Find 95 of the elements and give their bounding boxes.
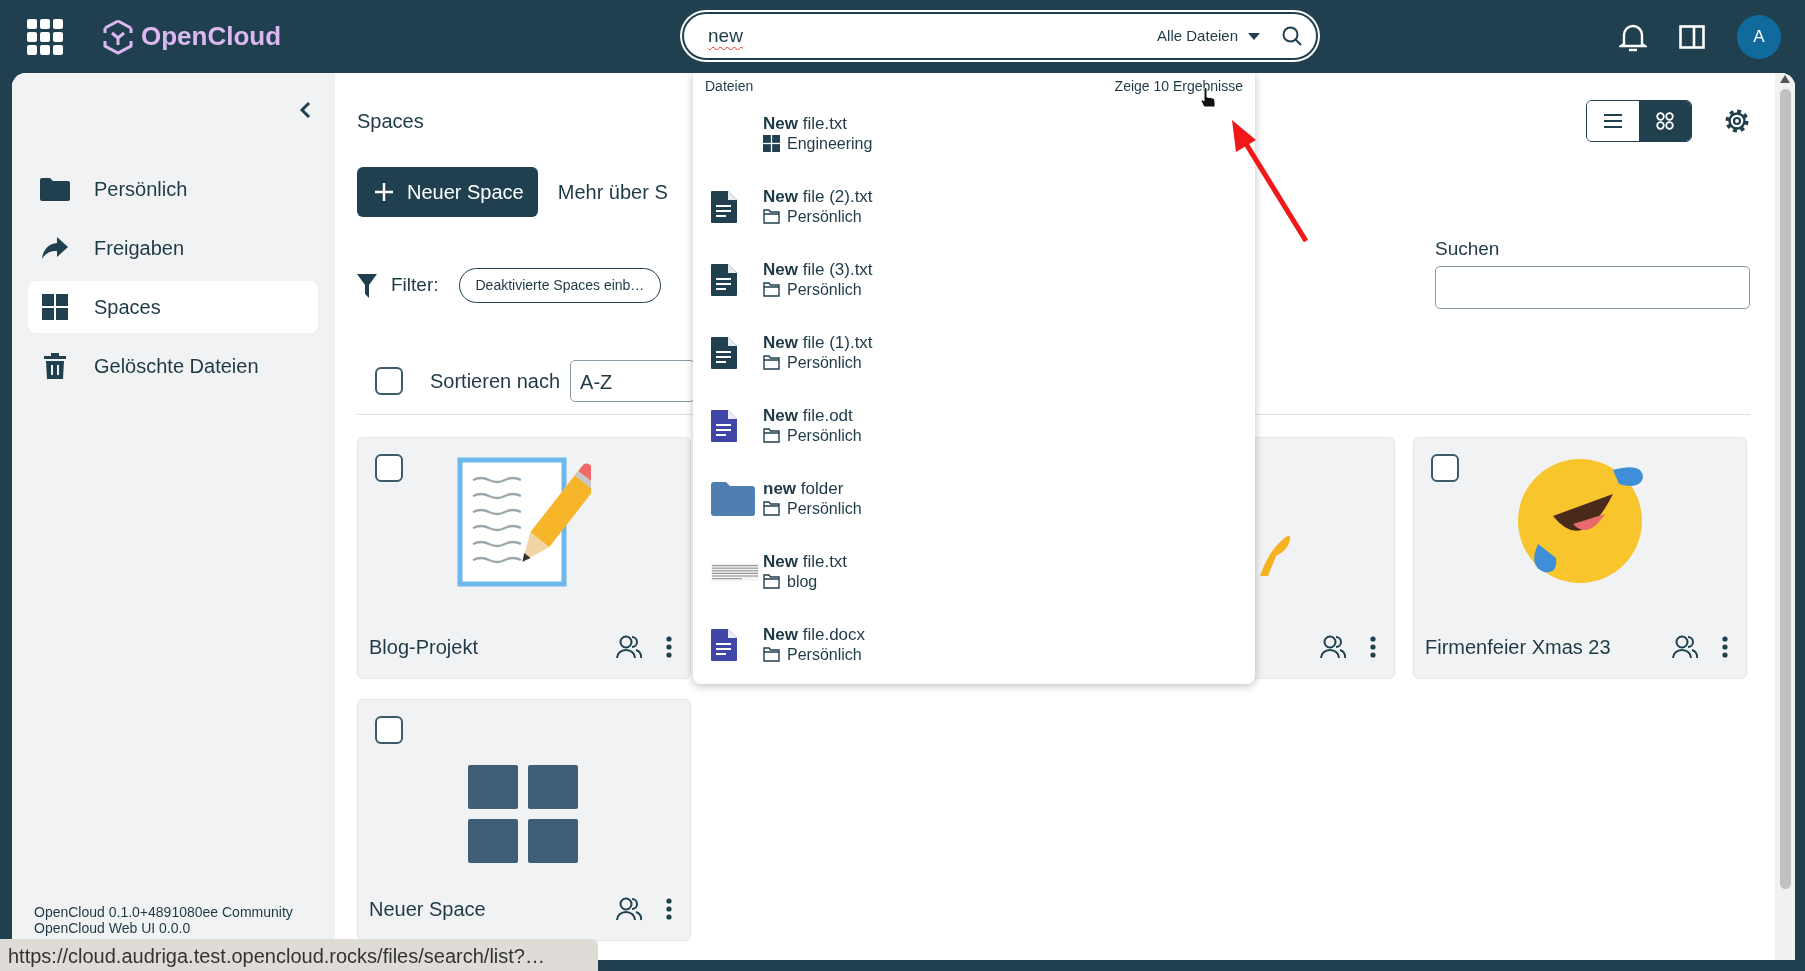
members-icon[interactable] — [616, 897, 642, 922]
more-options-icon[interactable] — [666, 898, 672, 920]
scroll-up-icon[interactable] — [1780, 75, 1790, 83]
new-space-button[interactable]: Neuer Space — [357, 167, 538, 217]
sidebar-toggle-icon[interactable] — [1679, 24, 1705, 49]
result-location: blog — [787, 571, 818, 592]
sidebar-item[interactable]: Gelöschte Dateien — [28, 340, 318, 392]
sidebar-item[interactable]: Spaces — [28, 281, 318, 333]
result-name: New file.odt — [763, 405, 854, 426]
result-name: New file (1).txt — [763, 332, 873, 353]
result-name: New file.docx — [763, 624, 866, 645]
space-card[interactable]: Firmenfeier Xmas 23 — [1413, 437, 1747, 679]
share-arrow-icon — [42, 237, 68, 259]
caret-icon — [1248, 32, 1260, 40]
plus-icon — [375, 183, 393, 201]
result-location: Persönlich — [787, 352, 862, 373]
learn-more-link[interactable]: Mehr über S — [557, 177, 668, 207]
members-icon[interactable] — [1672, 635, 1698, 660]
document-file-icon — [711, 628, 737, 661]
folder-outline-icon — [763, 574, 780, 589]
status-url: https://cloud.audriga.test.opencloud.rocks/files/search/list?… — [0, 939, 598, 971]
spaces-grid-icon — [42, 294, 68, 320]
card-checkbox[interactable] — [375, 454, 403, 482]
page-title: Spaces — [357, 108, 424, 134]
result-location: Persönlich — [787, 279, 862, 300]
tile-view-button[interactable] — [1639, 100, 1691, 141]
filter-chip[interactable]: Deaktivierte Spaces einb… — [458, 268, 662, 303]
folder-icon — [711, 481, 755, 516]
result-location: Persönlich — [787, 206, 862, 227]
search-field[interactable]: new Alle Dateien — [682, 12, 1318, 60]
search-result[interactable]: New file (3).txt Persönlich — [693, 243, 1255, 316]
folder-icon — [40, 177, 70, 201]
spaces-grid-icon — [763, 135, 780, 152]
space-title: Blog-Projekt — [369, 635, 479, 660]
result-name: New file (3).txt — [763, 259, 873, 280]
collapse-chevron-icon[interactable] — [299, 101, 311, 119]
search-spaces-field[interactable] — [1435, 265, 1750, 309]
user-avatar[interactable]: A — [1737, 14, 1781, 59]
folder-outline-icon — [763, 501, 780, 516]
sidebar-item[interactable]: Persönlich — [28, 163, 318, 215]
search-icon[interactable] — [1282, 26, 1302, 46]
folder-outline-icon — [763, 282, 780, 297]
result-location: Engineering — [787, 133, 873, 154]
filter-icon — [357, 273, 377, 298]
result-name: New file.txt — [763, 551, 848, 572]
search-result[interactable]: New file.txt blog — [693, 535, 1255, 608]
folder-outline-icon — [763, 647, 780, 662]
space-title: Neuer Space — [369, 897, 487, 922]
text-file-icon — [711, 190, 737, 223]
members-icon[interactable] — [1320, 635, 1346, 660]
results-heading: Dateien — [705, 77, 754, 96]
members-icon[interactable] — [616, 635, 642, 660]
sidebar-item[interactable]: Freigaben — [28, 222, 318, 274]
list-icon — [1604, 112, 1622, 129]
folder-outline-icon — [763, 355, 780, 370]
text-file-icon — [711, 263, 737, 296]
show-all-results-link[interactable]: Zeige 10 Ergebnisse — [1114, 76, 1243, 97]
result-location: Persönlich — [787, 644, 862, 665]
sort-label: Sortieren nach — [430, 369, 561, 394]
search-result[interactable]: New file.docx Persönlich — [693, 608, 1255, 681]
result-name: New file (2).txt — [763, 186, 873, 207]
card-checkbox[interactable] — [1431, 454, 1459, 482]
text-file-icon — [711, 336, 737, 369]
more-options-icon[interactable] — [1722, 636, 1728, 658]
settings-icon[interactable] — [1724, 107, 1750, 134]
tiles-icon — [1656, 111, 1674, 130]
version-text: OpenCloud 0.1.0+4891080ee Community — [33, 904, 294, 920]
search-result[interactable]: New file (2).txt Persönlich — [693, 170, 1255, 243]
search-result[interactable]: new folder Persönlich — [693, 462, 1255, 535]
card-checkbox[interactable] — [375, 716, 403, 744]
trash-icon — [44, 353, 66, 379]
folder-outline-icon — [763, 209, 780, 224]
logo-text[interactable]: OpenCloud — [141, 17, 282, 56]
result-location: Persönlich — [787, 425, 862, 446]
result-location: Persönlich — [787, 498, 862, 519]
select-all-checkbox[interactable] — [375, 367, 403, 395]
logo-icon — [103, 18, 133, 55]
folder-outline-icon — [763, 428, 780, 443]
more-options-icon[interactable] — [666, 636, 672, 658]
space-card[interactable]: Blog-Projekt — [357, 437, 691, 679]
filter-label: Filter: — [391, 273, 439, 298]
search-scope-dropdown[interactable]: Alle Dateien — [1157, 24, 1260, 48]
scrollbar[interactable] — [1775, 73, 1795, 960]
document-file-icon — [711, 409, 737, 442]
app-menu-icon[interactable] — [27, 18, 63, 55]
result-name: New file.txt — [763, 113, 849, 134]
more-options-icon[interactable] — [1370, 636, 1376, 658]
space-card[interactable]: Neuer Space — [357, 699, 691, 941]
space-title: Firmenfeier Xmas 23 — [1425, 635, 1612, 660]
result-name: new folder — [763, 478, 845, 499]
version-text: OpenCloud Web UI 0.0.0 — [33, 920, 192, 936]
search-label: Suchen — [1435, 237, 1501, 261]
search-result[interactable]: New file.txt Engineering — [693, 97, 1255, 170]
search-result[interactable]: New file (1).txt Persönlich — [693, 316, 1255, 389]
search-result[interactable]: New file.odt Persönlich — [693, 389, 1255, 462]
